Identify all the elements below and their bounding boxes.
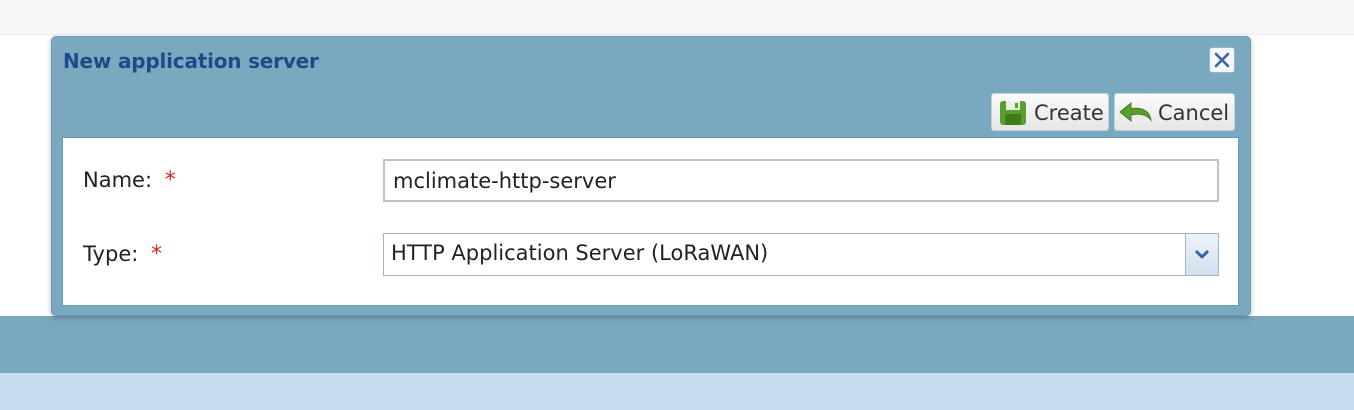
name-input[interactable] [383, 159, 1219, 202]
create-button-label: Create [1034, 101, 1104, 125]
new-application-server-dialog: New application server Create Cancel Nam… [51, 36, 1251, 316]
cancel-button[interactable]: Cancel [1114, 93, 1235, 131]
save-disk-icon [1000, 101, 1026, 125]
type-required-marker: * [151, 242, 162, 267]
cancel-button-label: Cancel [1158, 101, 1230, 125]
type-label-text: Type: [83, 242, 139, 266]
create-button[interactable]: Create [991, 93, 1109, 131]
close-icon [1214, 52, 1230, 68]
page-footer-bar [0, 316, 1354, 373]
chevron-down-icon [1194, 249, 1210, 259]
name-label-text: Name: [83, 168, 153, 192]
type-select-value: HTTP Application Server (LoRaWAN) [391, 241, 769, 265]
form-panel: Name: * Type: * HTTP Application Server … [62, 137, 1239, 306]
type-select[interactable]: HTTP Application Server (LoRaWAN) [383, 233, 1219, 276]
undo-arrow-icon [1119, 101, 1152, 123]
type-dropdown-trigger[interactable] [1185, 234, 1218, 275]
dialog-title: New application server [63, 49, 319, 73]
type-label: Type: * [83, 242, 162, 267]
page-bottom-strip [0, 373, 1354, 410]
name-required-marker: * [164, 168, 176, 193]
page-top-strip [0, 0, 1354, 35]
close-button[interactable] [1209, 47, 1235, 73]
name-label: Name: * [83, 168, 176, 193]
